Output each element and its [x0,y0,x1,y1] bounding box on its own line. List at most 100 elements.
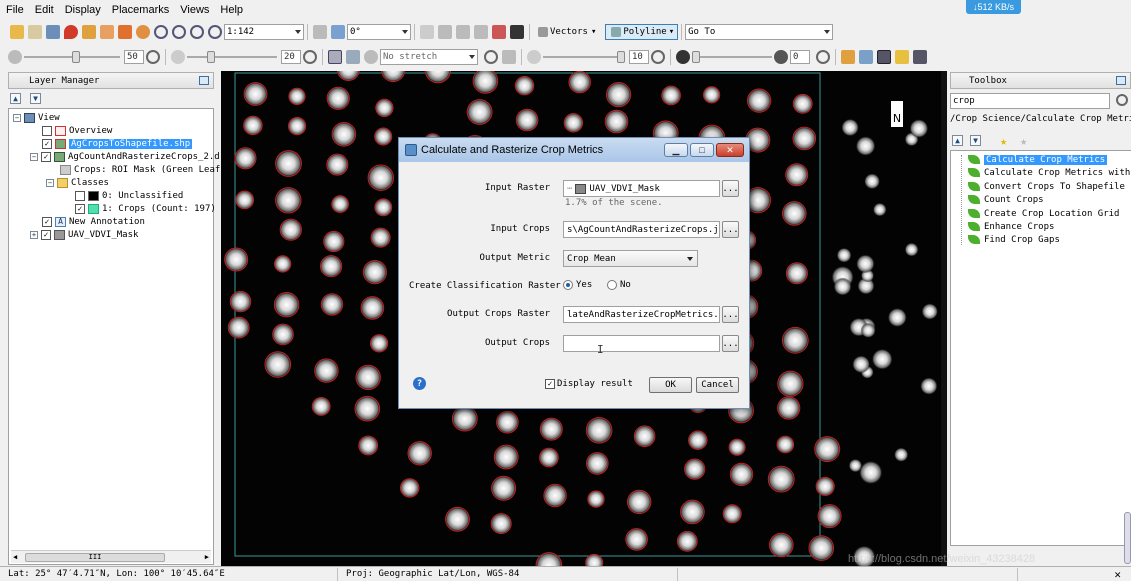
stretch-image-icon[interactable] [346,50,360,64]
pin-icon[interactable] [1116,76,1126,85]
close-button[interactable]: ✕ [716,143,744,157]
checkbox-checked[interactable]: ✓ [41,229,51,240]
help-button[interactable]: ? [413,377,426,390]
output-crops-field[interactable] [563,335,720,352]
menu-views[interactable]: Views [180,4,209,16]
view-four-icon[interactable] [913,50,927,64]
tree-classes[interactable]: − Classes [46,176,109,189]
brightness-value[interactable]: 50 [124,50,144,64]
ruler-icon[interactable] [510,25,524,39]
zoom-icon[interactable] [154,25,168,39]
ok-button[interactable]: OK [649,377,692,393]
tool-enhance-crops[interactable]: Enhance Crops [968,220,1054,233]
stretch-target-icon[interactable] [364,50,378,64]
tool-calculate-crop-metrics[interactable]: Calculate Crop Metrics [968,153,1108,166]
reset-stretch-icon[interactable] [484,50,498,64]
rotate-right-icon[interactable] [331,25,345,39]
sharpen-slider[interactable] [543,51,625,63]
checkbox-unchecked[interactable] [75,190,85,201]
view-layout-icon[interactable] [877,50,891,64]
scroll-right-arrow[interactable]: ▶ [205,553,209,561]
refresh-icon[interactable] [1116,94,1128,106]
horizontal-scrollbar[interactable]: ◀ III ▶ [11,550,211,563]
collapse-all-button[interactable]: ▲ [952,135,963,146]
output-crops-browse-button[interactable]: ... [722,335,739,352]
rotation-combo[interactable]: 0° [347,24,411,40]
output-raster-browse-button[interactable]: ... [722,306,739,323]
input-crops-field[interactable]: s\AgCountAndRasterizeCrops.json [563,221,720,238]
pin-icon[interactable] [199,76,209,85]
stretch-list-icon[interactable] [328,50,342,64]
menu-file[interactable]: File [6,4,24,16]
crop-icon[interactable] [46,25,60,39]
chart-icon[interactable] [841,50,855,64]
expand-all-button[interactable]: ▼ [970,135,981,146]
tree-new-annotation[interactable]: ✓ A New Annotation [42,215,145,228]
profile-icon[interactable] [456,25,470,39]
collapse-icon[interactable]: − [46,178,54,187]
measure-icon[interactable] [438,25,452,39]
tool-count-crops[interactable]: Count Crops [968,193,1044,206]
cancel-button[interactable]: Cancel [696,377,739,393]
pan-hand-icon[interactable] [100,25,114,39]
maximize-button[interactable]: □ [690,143,714,157]
display-result-checkbox[interactable]: ✓ Display result [545,379,633,389]
brightness-slider[interactable] [24,51,120,63]
tool-convert-crops-to-shapefile[interactable]: Convert Crops To Shapefile [968,180,1125,193]
add-favorite-icon[interactable]: ★ [1020,134,1027,148]
checkbox-checked[interactable]: ✓ [42,216,52,227]
classification-yes-radio[interactable]: Yes [563,280,592,290]
portal-icon[interactable] [859,50,873,64]
menu-edit[interactable]: Edit [35,4,54,16]
stretch-options-icon[interactable] [502,50,516,64]
menu-placemarks[interactable]: Placemarks [112,4,169,16]
zoom-out-icon[interactable] [190,25,204,39]
collapse-icon[interactable]: − [13,113,21,122]
input-crops-browse-button[interactable]: ... [722,221,739,238]
tree-view[interactable]: − View [13,111,60,124]
select-icon[interactable] [82,25,96,39]
zoom-in-icon[interactable] [172,25,186,39]
minimize-button[interactable]: ▁ [664,143,688,157]
scroll-left-arrow[interactable]: ◀ [13,553,17,561]
close-icon[interactable]: ✕ [1114,568,1121,581]
tree-roi-mask[interactable]: Crops: ROI Mask (Green Leaf [60,163,220,176]
tool-create-crop-location-grid[interactable]: Create Crop Location Grid [968,207,1119,220]
open-icon[interactable] [10,25,24,39]
data-manager-icon[interactable] [28,25,42,39]
tree-agcountandrasterize[interactable]: − ✓ AgCountAndRasterizeCrops_2.d [30,150,220,163]
output-metric-select[interactable]: Crop Mean [563,250,698,267]
reset-contrast-icon[interactable] [303,50,317,64]
tool-find-crop-gaps[interactable]: Find Crop Gaps [968,233,1060,246]
zoom-fit-icon[interactable] [208,25,222,39]
transparency-slider[interactable] [692,51,772,63]
collapse-icon[interactable]: − [30,152,38,161]
tree-agcropstoshapefile[interactable]: ✓ AgCropsToShapefile.shp [42,137,193,150]
expand-all-button[interactable]: ▼ [30,93,41,104]
polyline-dropdown[interactable]: Polyline ▾ [605,24,679,40]
vectors-dropdown[interactable]: Vectors ▾ [533,24,599,40]
input-raster-browse-button[interactable]: ... [722,180,739,197]
contrast-slider[interactable] [187,51,277,63]
transparency-value[interactable]: 0 [790,50,810,64]
stretch-combo[interactable]: No stretch [380,49,478,65]
input-raster-field[interactable]: ⋯ UAV_VDVI_Mask [563,180,720,197]
scroll-thumb[interactable]: III [25,553,165,562]
zoom-combo[interactable]: 1:142 [224,24,304,40]
rotate-icon[interactable] [136,25,150,39]
reset-brightness-icon[interactable] [146,50,160,64]
classification-no-radio[interactable]: No [607,280,631,290]
menu-display[interactable]: Display [65,4,101,16]
expand-icon[interactable]: + [30,230,38,239]
contrast-value[interactable]: 20 [281,50,301,64]
menu-help[interactable]: Help [220,4,243,16]
tree-overview[interactable]: Overview [42,124,112,137]
grid-icon[interactable] [420,25,434,39]
checkbox-unchecked[interactable] [42,125,52,136]
checkbox-checked[interactable]: ✓ [75,203,85,214]
tree-class-crops[interactable]: ✓ 1: Crops (Count: 197) [75,202,216,215]
collapse-all-button[interactable]: ▲ [10,93,21,104]
dialog-title-bar[interactable]: Calculate and Rasterize Crop Metrics ▁ □… [399,138,749,162]
view-two-icon[interactable] [895,50,909,64]
spectral-icon[interactable] [474,25,488,39]
